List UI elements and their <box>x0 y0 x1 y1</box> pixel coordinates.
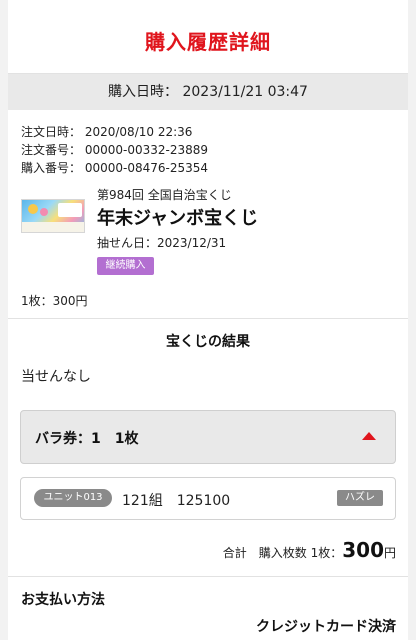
page-title: 購入履歴詳細 <box>145 30 271 54</box>
result-badge: ハズレ <box>337 490 383 506</box>
payment-method: クレジットカード決済 <box>256 619 396 635</box>
lottery-subtitle: 第984回 全国自治宝くじ <box>97 188 232 202</box>
order-number-value: 00000-00332-23889 <box>84 143 209 157</box>
order-date-value: 2020/08/10 22:36 <box>84 125 193 139</box>
order-date-row: 注文日時： 2020/08/10 22:36 <box>21 123 192 140</box>
draw-date: 抽せん日：2023/12/31 <box>97 236 227 250</box>
bara-ticket-label: バラ券：1 1枚 <box>35 431 139 447</box>
purchase-number-value: 00000-08476-25354 <box>84 161 209 175</box>
purchase-number-row: 購入番号： 00000-08476-25354 <box>21 159 208 176</box>
result-status: 当せんなし <box>21 369 91 385</box>
unit-badge: ユニット013 <box>34 489 112 507</box>
divider <box>8 318 408 319</box>
payment-title: お支払い方法 <box>21 592 105 608</box>
order-date-label: 注文日時： <box>21 125 82 139</box>
purchase-datetime: 購入日時： 2023/11/21 03:47 <box>8 74 408 110</box>
bara-ticket-accordion[interactable]: バラ券：1 1枚 <box>20 410 396 464</box>
order-number-label: 注文番号： <box>21 143 82 157</box>
lottery-ticket-image <box>21 199 85 233</box>
total-summary: 合計 購入枚数 1枚：300円 <box>223 538 396 562</box>
unit-result-row: ユニット013 121組 125100 ハズレ <box>20 477 396 520</box>
purchase-number-label: 購入番号： <box>21 161 82 175</box>
total-currency: 円 <box>383 546 396 560</box>
chevron-up-icon[interactable] <box>362 432 376 440</box>
total-amount: 300 <box>342 538 384 562</box>
results-title: 宝くじの結果 <box>166 334 250 350</box>
continuous-purchase-badge: 継続購入 <box>97 257 154 275</box>
purchase-detail-card: 購入履歴詳細 購入日時： 2023/11/21 03:47 注文日時： 2020… <box>8 0 408 640</box>
divider <box>8 576 408 577</box>
quantity-price: 1枚：300円 <box>21 294 88 308</box>
order-number-row: 注文番号： 00000-00332-23889 <box>21 141 208 158</box>
lottery-name: 年末ジャンボ宝くじ <box>97 208 259 229</box>
unit-number: 121組 125100 <box>122 493 231 509</box>
total-label: 合計 購入枚数 1枚： <box>222 546 343 560</box>
